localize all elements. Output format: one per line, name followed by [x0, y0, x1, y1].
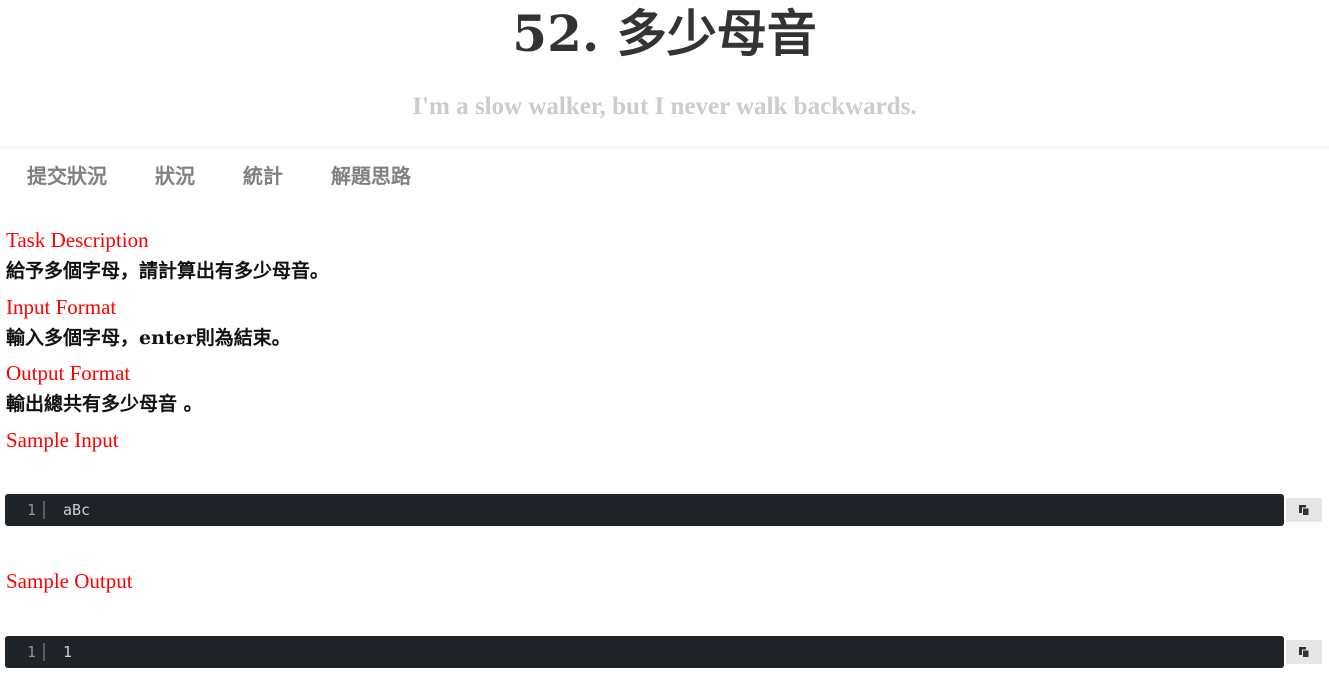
tab-status[interactable]: 狀況	[155, 160, 195, 189]
tab-statistics[interactable]: 統計	[243, 160, 283, 189]
page-title: 52. 多少母音	[512, 4, 817, 63]
output-format-heading: Output Format	[6, 361, 131, 385]
page-header: 52. 多少母音 I'm a slow walker, but I never …	[0, 0, 1329, 148]
sample-output-code: 1	[63, 643, 73, 661]
page-subtitle: I'm a slow walker, but I never walk back…	[412, 93, 917, 120]
sample-output-heading: Sample Output	[6, 569, 133, 593]
input-format-heading: Input Format	[6, 295, 117, 319]
input-format-text: 輸入多個字母，enter則為結束。	[6, 327, 291, 349]
sample-input-code-box: 1 aBc	[5, 494, 1322, 526]
task-description-text: 給予多個字母，請計算出有多少母音。	[6, 260, 330, 282]
sample-output-code-block[interactable]: 1 1	[5, 636, 1284, 668]
tab-bar: 提交狀況 狀況 統計 解題思路	[0, 148, 432, 200]
line-number: 1	[26, 501, 36, 519]
copy-icon	[1299, 647, 1309, 658]
task-description-heading: Task Description	[6, 228, 149, 252]
copy-icon	[1299, 505, 1309, 516]
sample-input-code-block[interactable]: 1 aBc	[5, 494, 1284, 526]
tab-solution-ideas[interactable]: 解題思路	[331, 160, 411, 189]
sample-output-code-box: 1 1	[5, 636, 1322, 668]
sample-input-heading: Sample Input	[6, 428, 119, 452]
output-format-text: 輸出總共有多少母音 。	[6, 393, 203, 415]
copy-sample-output-button[interactable]	[1286, 640, 1322, 664]
copy-sample-input-button[interactable]	[1286, 498, 1322, 522]
sample-input-code: aBc	[63, 501, 91, 519]
tab-submission-status[interactable]: 提交狀況	[27, 160, 107, 189]
line-number: 1	[26, 643, 36, 661]
